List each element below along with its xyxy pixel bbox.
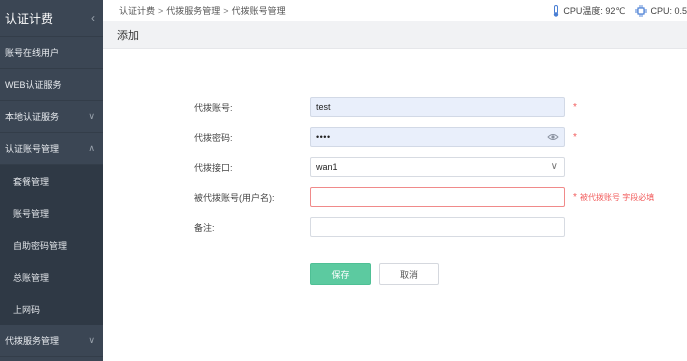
password-label: 代拨密码: xyxy=(194,132,233,143)
sidebar-item-local-auth[interactable]: 本地认证服务 ∨ xyxy=(0,101,103,133)
sidebar-item-label: 认证账号管理 xyxy=(5,144,60,154)
cpu-text: CPU: 0.5 xyxy=(650,5,687,16)
page-title-bar: 添加 xyxy=(103,21,687,49)
account-input[interactable]: test xyxy=(310,97,565,117)
sidebar-subitem-label: 上网码 xyxy=(13,304,41,315)
form-row-note: 备注: xyxy=(103,217,687,237)
form-row-account: 代拨账号: test * xyxy=(103,97,687,117)
chevron-down-icon: ∨ xyxy=(88,335,95,345)
sidebar-subitem-self-password[interactable]: 自助密码管理 xyxy=(0,229,103,261)
username-label: 被代拨账号(用户名): xyxy=(194,192,275,203)
chevron-down-icon: ∨ xyxy=(550,161,558,172)
breadcrumb-separator: > xyxy=(223,6,229,16)
required-mark: * xyxy=(573,101,577,113)
password-value: •••• xyxy=(316,132,331,142)
sidebar-item-dial-service[interactable]: 代拨服务管理 ∨ xyxy=(0,325,103,357)
sidebar-subitem-label: 套餐管理 xyxy=(13,176,50,187)
breadcrumb-item: 代拨账号管理 xyxy=(231,6,286,16)
note-input[interactable] xyxy=(310,217,565,237)
cpu-temp-text: CPU温度: 92℃ xyxy=(563,6,626,16)
sidebar-item-label: 代拨服务管理 xyxy=(5,336,60,346)
chevron-down-icon: ∨ xyxy=(88,111,95,121)
interface-label: 代拨接口: xyxy=(194,162,233,173)
sidebar-item-web-auth[interactable]: WEB认证服务 xyxy=(0,69,103,101)
breadcrumb-item[interactable]: 认证计费 xyxy=(119,6,155,16)
account-label: 代拨账号: xyxy=(194,102,233,113)
password-input[interactable]: •••• xyxy=(310,127,565,147)
sidebar-item-label: 账号在线用户 xyxy=(5,48,60,58)
form-row-interface: 代拨接口: wan1 ∨ xyxy=(103,157,687,177)
sidebar-title: 认证计费 xyxy=(5,11,54,26)
sidebar-header: 认证计费 ‹ xyxy=(0,0,103,37)
chevron-left-icon[interactable]: ‹ xyxy=(91,11,95,25)
system-stats: CPU温度: 92℃ CPU: 0.5 xyxy=(542,0,687,21)
app-window: 认证计费 ‹ 账号在线用户 WEB认证服务 本地认证服务 ∨ 认证账号管理 ∧ … xyxy=(0,0,687,361)
cpu-stat: CPU: 0.5 xyxy=(635,4,687,17)
breadcrumb-item[interactable]: 代拨服务管理 xyxy=(166,6,220,16)
sidebar-subitem-access-code[interactable]: 上网码 xyxy=(0,293,103,325)
sidebar-item-auth-account[interactable]: 认证账号管理 ∧ xyxy=(0,133,103,165)
account-value: test xyxy=(316,102,331,112)
sidebar-subitem-ledger[interactable]: 总账管理 xyxy=(0,261,103,293)
sidebar-item-label: 本地认证服务 xyxy=(5,112,60,122)
username-error-message: 被代拨账号 字段必填 xyxy=(580,192,655,202)
sidebar-subitem-package[interactable]: 套餐管理 xyxy=(0,165,103,197)
sidebar-subitem-label: 账号管理 xyxy=(13,208,50,219)
thermometer-icon xyxy=(554,4,559,17)
cpu-icon xyxy=(635,4,648,17)
form-row-username: 被代拨账号(用户名): * 被代拨账号 字段必填 xyxy=(103,187,687,207)
chevron-up-icon: ∧ xyxy=(88,143,95,153)
note-label: 备注: xyxy=(194,222,215,233)
save-button[interactable]: 保存 xyxy=(310,263,371,285)
breadcrumb-separator: > xyxy=(158,6,164,16)
cancel-button[interactable]: 取消 xyxy=(379,263,439,285)
top-bar: 认证计费 > 代拨服务管理 > 代拨账号管理 CPU温度: 92℃ CPU: 0.5 xyxy=(103,0,687,21)
eye-icon[interactable] xyxy=(547,132,559,142)
cpu-temp-stat: CPU温度: 92℃ xyxy=(552,4,625,17)
sidebar-subitem-label: 自助密码管理 xyxy=(13,240,68,251)
username-input[interactable] xyxy=(310,187,565,207)
sidebar-subitem-account[interactable]: 账号管理 xyxy=(0,197,103,229)
sidebar: 认证计费 ‹ 账号在线用户 WEB认证服务 本地认证服务 ∨ 认证账号管理 ∧ … xyxy=(0,0,103,361)
sidebar-item-online-users[interactable]: 账号在线用户 xyxy=(0,37,103,69)
required-mark: * xyxy=(573,191,577,203)
sidebar-subitem-label: 总账管理 xyxy=(13,272,50,283)
sidebar-item-label: WEB认证服务 xyxy=(5,80,62,90)
page-title: 添加 xyxy=(117,29,139,42)
form-row-password: 代拨密码: •••• * xyxy=(103,127,687,147)
sidebar-submenu: 套餐管理 账号管理 自助密码管理 总账管理 上网码 xyxy=(0,165,103,325)
interface-value: wan1 xyxy=(316,162,338,172)
breadcrumb: 认证计费 > 代拨服务管理 > 代拨账号管理 xyxy=(119,4,286,17)
interface-select[interactable]: wan1 ∨ xyxy=(310,157,565,177)
required-mark: * xyxy=(573,131,577,143)
